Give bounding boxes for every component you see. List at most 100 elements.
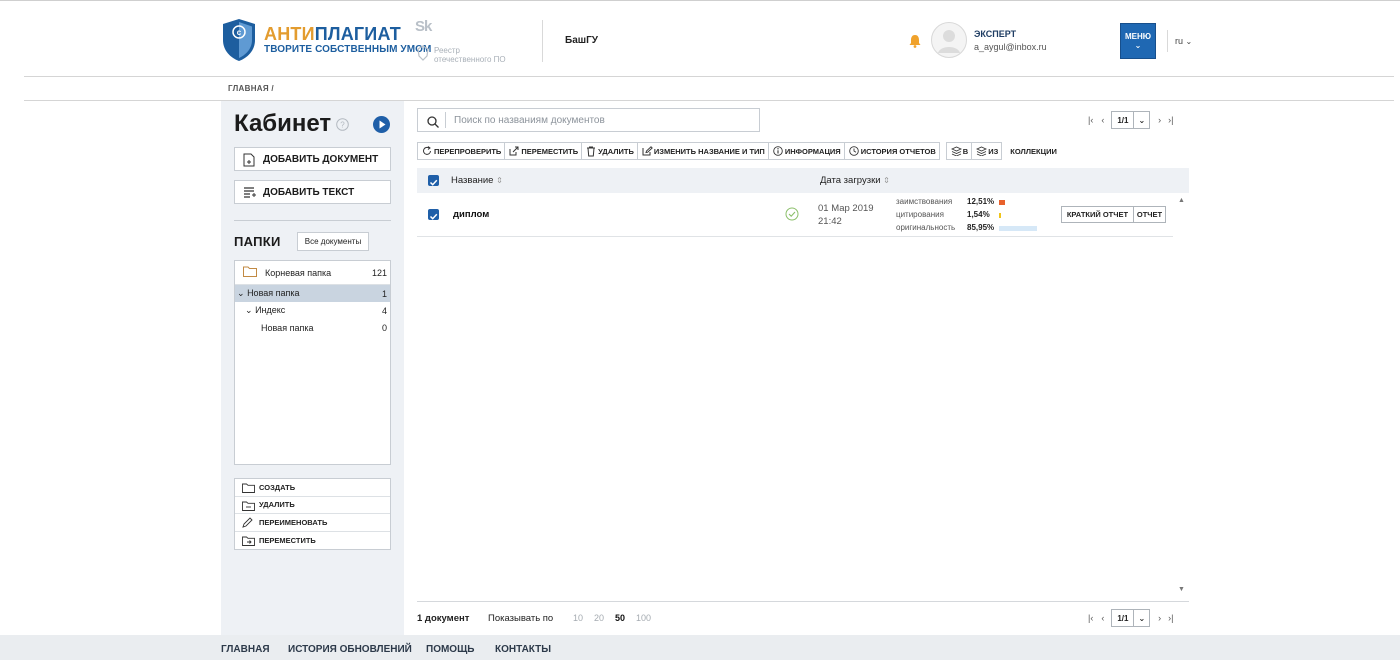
search-icon bbox=[427, 115, 439, 133]
add-text-button[interactable]: ДОБАВИТЬ ТЕКСТ bbox=[234, 180, 391, 204]
document-name[interactable]: диплом bbox=[453, 209, 489, 220]
collection-in-button[interactable]: В bbox=[945, 142, 973, 160]
chevron-down-icon: ⌄ bbox=[1134, 41, 1142, 50]
emblem-icon bbox=[416, 45, 430, 61]
recheck-button[interactable]: ПЕРЕПРОВЕРИТЬ bbox=[417, 142, 506, 160]
logo-title-plagiat: ПЛАГИАТ bbox=[314, 24, 401, 44]
folder-index-label: Индекс bbox=[255, 305, 286, 315]
check-circle-icon bbox=[785, 207, 799, 226]
footer-link-home[interactable]: ГЛАВНАЯ bbox=[221, 644, 270, 655]
registry-line2: отечественного ПО bbox=[434, 55, 506, 64]
recheck-label: ПЕРЕПРОВЕРИТЬ bbox=[434, 146, 502, 156]
show-by-label: Показывать по bbox=[488, 613, 554, 624]
next-page-icon[interactable]: › bbox=[1158, 115, 1161, 125]
move-folder-button[interactable]: ПЕРЕМЕСТИТЬ bbox=[235, 532, 390, 550]
first-page-icon[interactable]: |‹ bbox=[1088, 613, 1093, 623]
scroll-up-icon[interactable]: ▲ bbox=[1178, 197, 1185, 204]
trash-icon bbox=[586, 146, 596, 159]
logo-title[interactable]: АНТИПЛАГИАТ bbox=[264, 24, 401, 45]
footer-link-contacts[interactable]: КОНТАКТЫ bbox=[495, 644, 551, 655]
menu-button[interactable]: МЕНЮ ⌄ bbox=[1120, 23, 1156, 59]
move-button[interactable]: ПЕРЕМЕСТИТЬ bbox=[505, 142, 583, 160]
metric-bar bbox=[999, 226, 1037, 231]
folder-new-sub[interactable]: Новая папка 0 bbox=[235, 319, 390, 336]
scroll-down-icon[interactable]: ▼ bbox=[1178, 586, 1185, 593]
column-date-header[interactable]: Дата загрузки ⇕ bbox=[820, 175, 890, 186]
folder-new-sub-label: Новая папка bbox=[261, 322, 314, 333]
row-checkbox[interactable] bbox=[428, 209, 439, 220]
menu-button-label: МЕНЮ bbox=[1124, 32, 1152, 41]
footer-link-help[interactable]: ПОМОЩЬ bbox=[426, 644, 474, 655]
page-select[interactable]: 1/1 ⌄ bbox=[1111, 111, 1151, 129]
search-field[interactable]: Поиск по названиям документов bbox=[417, 108, 760, 132]
shield-logo-icon[interactable]: c bbox=[221, 18, 257, 62]
table-row[interactable]: диплом 01 Мар 2019 21:42 заимствования 1… bbox=[417, 193, 1173, 237]
page-select[interactable]: 1/1 ⌄ bbox=[1111, 609, 1151, 627]
folder-root-label: Корневая папка bbox=[265, 267, 332, 278]
delete-folder-button[interactable]: УДАЛИТЬ bbox=[235, 497, 390, 514]
search-input-placeholder[interactable]: Поиск по названиям документов bbox=[454, 115, 605, 126]
collection-icon bbox=[976, 146, 988, 158]
upload-date-day: 01 Мар 2019 bbox=[818, 203, 874, 214]
bell-icon[interactable] bbox=[908, 34, 922, 48]
info-label: ИНФОРМАЦИЯ bbox=[784, 146, 841, 156]
rename-label: ИЗМЕНИТЬ НАЗВАНИЕ И ТИП bbox=[653, 146, 765, 156]
footer: ГЛАВНАЯ ИСТОРИЯ ОБНОВЛЕНИЙ ПОМОЩЬ КОНТАК… bbox=[0, 635, 1400, 660]
svg-text:c: c bbox=[237, 28, 242, 37]
table-scrollbar[interactable]: ▲ ▼ bbox=[1175, 193, 1189, 601]
column-name-header[interactable]: Название ⇕ bbox=[451, 175, 503, 186]
sidebar: Кабинет ? ДОБАВИТЬ ДОКУМЕНТ ДОБАВИТЬ ТЕК… bbox=[221, 101, 404, 635]
folder-new-sub-count: 0 bbox=[381, 322, 387, 333]
folder-tree: Корневая папка 121 ⌄ Новая папка 1 ⌄ Инд… bbox=[234, 260, 391, 465]
language-select[interactable]: ru ⌄ bbox=[1175, 36, 1192, 46]
add-document-button[interactable]: ДОБАВИТЬ ДОКУМЕНТ bbox=[234, 147, 391, 171]
column-name-label: Название bbox=[451, 175, 494, 186]
lang-divider bbox=[1167, 30, 1168, 52]
help-icon[interactable]: ? bbox=[336, 118, 349, 131]
prev-page-icon[interactable]: ‹ bbox=[1101, 613, 1104, 623]
move-icon bbox=[509, 146, 519, 158]
rename-folder-button[interactable]: ПЕРЕИМЕНОВАТЬ bbox=[235, 514, 390, 532]
user-email[interactable]: a_aygul@inbox.ru bbox=[974, 42, 1047, 52]
skolkovo-logo: Sk bbox=[415, 18, 432, 35]
first-page-icon[interactable]: |‹ bbox=[1088, 115, 1093, 125]
page-indicator: 1/1 bbox=[1117, 115, 1129, 125]
next-page-icon[interactable]: › bbox=[1158, 613, 1161, 623]
user-role: ЭКСПЕРТ bbox=[974, 29, 1017, 39]
create-folder-button[interactable]: СОЗДАТЬ bbox=[235, 479, 390, 497]
report-history-button[interactable]: ИСТОРИЯ ОТЧЕТОВ bbox=[844, 142, 940, 160]
folder-new-selected[interactable]: ⌄ Новая папка 1 bbox=[235, 285, 390, 302]
per-page-10[interactable]: 10 bbox=[573, 613, 583, 623]
prev-page-icon[interactable]: ‹ bbox=[1101, 115, 1104, 125]
rename-button[interactable]: ИЗМЕНИТЬ НАЗВАНИЕ И ТИП bbox=[637, 142, 769, 160]
collections-label: КОЛЛЕКЦИИ bbox=[1010, 146, 1057, 156]
breadcrumb[interactable]: ГЛАВНАЯ / bbox=[228, 84, 274, 93]
delete-button[interactable]: УДАЛИТЬ bbox=[582, 142, 638, 160]
collection-from-button[interactable]: ИЗ bbox=[972, 142, 1003, 160]
per-page-20[interactable]: 20 bbox=[594, 613, 604, 623]
play-tutorial-icon[interactable] bbox=[373, 116, 390, 133]
folder-index[interactable]: ⌄ Индекс 4 bbox=[235, 302, 390, 319]
collection-in-label: В bbox=[962, 146, 969, 156]
delete-folder-label: УДАЛИТЬ bbox=[259, 500, 295, 510]
avatar[interactable] bbox=[931, 22, 967, 58]
chevron-down-icon[interactable]: ⌄ bbox=[245, 305, 253, 315]
info-button[interactable]: ИНФОРМАЦИЯ bbox=[768, 142, 845, 160]
chevron-down-icon: ⌄ bbox=[1133, 610, 1149, 626]
last-page-icon[interactable]: ›| bbox=[1168, 613, 1173, 623]
chevron-down-icon[interactable]: ⌄ bbox=[237, 288, 245, 298]
per-page-50[interactable]: 50 bbox=[615, 613, 625, 623]
per-page-100[interactable]: 100 bbox=[636, 613, 651, 623]
short-report-button[interactable]: КРАТКИЙ ОТЧЕТ bbox=[1061, 206, 1134, 223]
metrics: заимствования 12,51% цитирования 1,54% о… bbox=[896, 197, 1046, 236]
footer-link-updates[interactable]: ИСТОРИЯ ОБНОВЛЕНИЙ bbox=[288, 644, 412, 655]
document-toolbar: ПЕРЕПРОВЕРИТЬ ПЕРЕМЕСТИТЬ УДАЛИТЬ ИЗМЕНИ… bbox=[417, 142, 1057, 160]
pencil-icon bbox=[242, 517, 254, 530]
folder-root[interactable]: Корневая папка 121 bbox=[235, 261, 390, 285]
all-documents-button[interactable]: Все документы bbox=[297, 232, 369, 251]
report-button[interactable]: ОТЧЕТ bbox=[1133, 206, 1166, 223]
select-all-checkbox[interactable] bbox=[428, 175, 439, 186]
report-history-label: ИСТОРИЯ ОТЧЕТОВ bbox=[860, 146, 936, 156]
folder-new-label: Новая папка bbox=[247, 288, 300, 298]
last-page-icon[interactable]: ›| bbox=[1168, 115, 1173, 125]
